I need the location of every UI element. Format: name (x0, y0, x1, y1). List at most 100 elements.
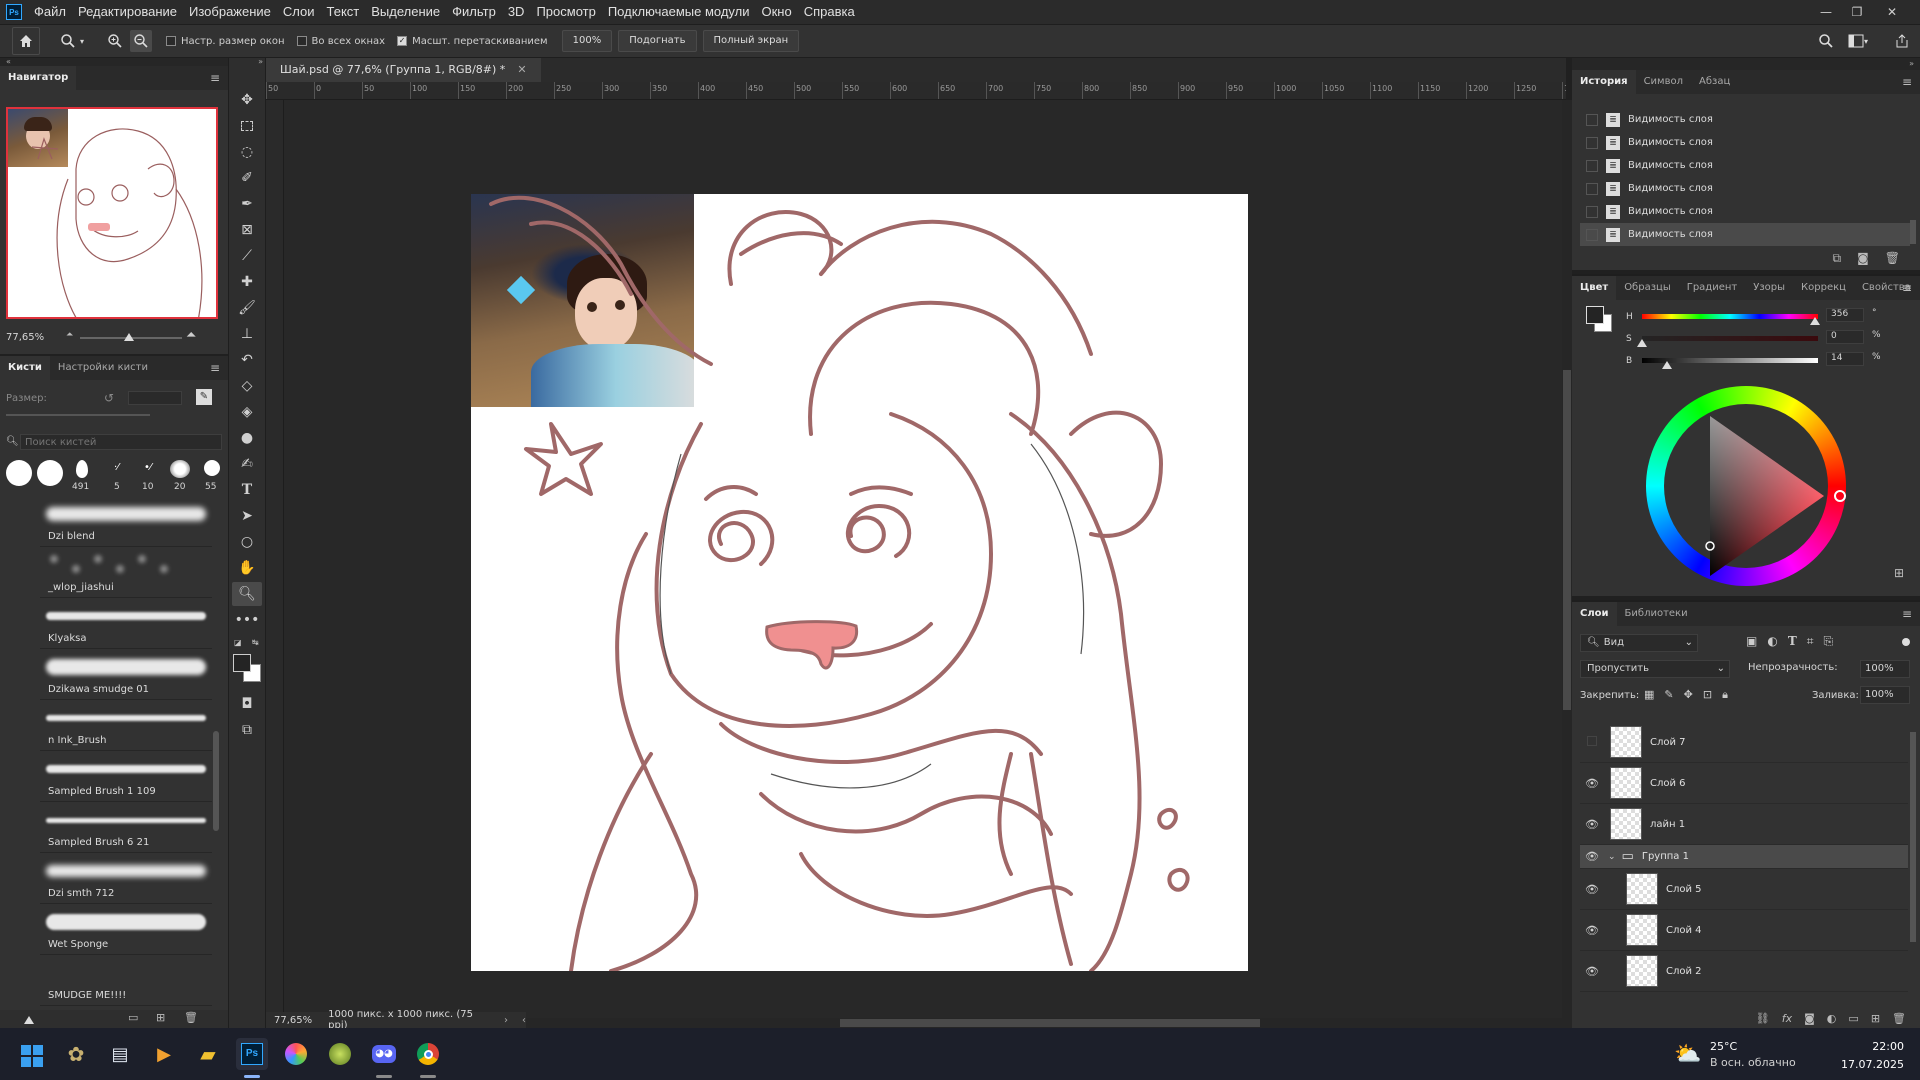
fx-icon[interactable]: fx (1782, 1012, 1792, 1025)
size-input[interactable] (128, 391, 182, 405)
menu-item[interactable]: Просмотр (530, 0, 601, 24)
tab-layers[interactable]: Слои (1572, 602, 1617, 626)
brush-tool-icon[interactable]: 🖌︎ (230, 296, 264, 320)
saturation-slider[interactable] (1637, 336, 1818, 347)
add-icon[interactable]: ⊞ (156, 1011, 165, 1024)
menu-item[interactable]: Окно (755, 0, 797, 24)
brush-preset[interactable] (6, 460, 32, 486)
filter-pixel-icon[interactable]: ▣ (1746, 634, 1757, 649)
fit-screen-button[interactable]: Подогнать (618, 30, 697, 52)
b-value-input[interactable]: 14 (1826, 352, 1864, 366)
layer-row[interactable]: 👁︎ Слой 4 (1580, 910, 1908, 951)
menu-item[interactable]: Справка (798, 0, 861, 24)
weather-description[interactable]: В осн. облачно (1710, 1056, 1796, 1069)
blend-mode-select[interactable]: Пропустить ⌄ (1580, 660, 1730, 678)
brush-item[interactable]: Klyaksa (40, 598, 212, 649)
close-icon[interactable]: ✕ (1878, 0, 1906, 24)
minimize-icon[interactable]: — (1812, 0, 1840, 24)
scrollbar-thumb[interactable] (1910, 732, 1916, 942)
paint-bucket-icon[interactable]: ◈ (230, 400, 264, 424)
layer-group[interactable]: 👁︎ ⌄ ▭ Группа 1 (1580, 845, 1908, 869)
folder-icon[interactable]: ▭ (128, 1011, 138, 1024)
brush-item[interactable]: Sampled Brush 1 109 (40, 751, 212, 802)
h-value-input[interactable]: 356 (1826, 308, 1864, 322)
lock-pixels-icon[interactable]: ✎ (1664, 688, 1673, 702)
lock-all-icon[interactable]: 🔒︎ (1722, 688, 1728, 702)
tab-swatches[interactable]: Образцы (1616, 276, 1679, 300)
workspace-icon[interactable]: ▾ (1848, 33, 1868, 52)
path-selection-icon[interactable]: ➤ (230, 504, 264, 528)
eraser-icon[interactable]: ◇ (230, 374, 264, 398)
visibility-eye-icon[interactable]: 👁︎ (1580, 883, 1604, 896)
color-wheel[interactable] (1646, 386, 1846, 586)
lock-position-icon[interactable]: ✥ (1684, 688, 1693, 702)
filter-adjustment-icon[interactable]: ◐ (1767, 634, 1777, 649)
layer-row[interactable]: Слой 7 (1580, 722, 1908, 763)
menu-item[interactable]: Изображение (183, 0, 277, 24)
pen-brush-icon[interactable]: ✒ (230, 192, 264, 216)
document-canvas[interactable] (471, 194, 1248, 971)
layer-name[interactable]: Слой 4 (1666, 925, 1702, 936)
panel-collapse-icon[interactable]: « (0, 58, 228, 66)
brush-preset[interactable]: ·⁄ (114, 462, 119, 473)
link-icon[interactable]: ⛓ (1756, 1012, 1770, 1025)
visibility-eye-icon[interactable]: 👁︎ (1580, 777, 1604, 790)
brush-preset[interactable] (76, 460, 88, 478)
default-colors-icon[interactable]: ◪ (234, 638, 242, 647)
lock-transparency-icon[interactable]: ▦ (1644, 688, 1654, 702)
group-icon[interactable]: ▭ (1848, 1012, 1858, 1025)
new-brush-icon[interactable]: ✎ (196, 389, 212, 405)
layer-row[interactable]: 👁︎ Слой 5 (1580, 869, 1908, 910)
opacity-input[interactable]: 100% (1860, 660, 1910, 678)
new-layer-icon[interactable]: ⊞ (1871, 1012, 1880, 1025)
mask-icon[interactable]: ◙ (1804, 1012, 1815, 1025)
lock-artboard-icon[interactable]: ⊡ (1703, 688, 1712, 702)
weather-icon[interactable]: ⛅ (1674, 1042, 1701, 1067)
history-brush-source[interactable] (1586, 113, 1598, 126)
file-explorer-icon[interactable]: ▰ (192, 1038, 224, 1070)
reset-icon[interactable]: ↺ (104, 391, 114, 405)
tab-patterns[interactable]: Узоры (1745, 276, 1793, 300)
brush-item[interactable]: SMUDGE ME!!!! (40, 955, 212, 1006)
adjustment-layer-icon[interactable]: ◐ (1827, 1012, 1837, 1025)
clock-time[interactable]: 22:00 (1848, 1040, 1904, 1053)
scrollbar-thumb[interactable] (1910, 220, 1916, 244)
tab-gradients[interactable]: Градиент (1679, 276, 1746, 300)
brush-preset[interactable]: •⁄ (144, 462, 152, 473)
fill-input[interactable]: 100% (1860, 686, 1910, 704)
zoom-out-icon[interactable] (130, 30, 153, 52)
zoom-out-small-icon[interactable]: ⏶ (66, 330, 73, 340)
foreground-color-swatch[interactable] (1586, 306, 1604, 324)
layer-row[interactable]: 👁︎ Слой 2 (1580, 951, 1908, 992)
status-zoom[interactable]: 77,65% (274, 1015, 312, 1026)
brush-item[interactable]: Dzi blend (40, 496, 212, 547)
menu-item[interactable]: Подключаемые модули (602, 0, 756, 24)
filter-smart-icon[interactable]: ⎘ (1824, 634, 1834, 649)
brush-list-scrollbar[interactable] (212, 501, 220, 1011)
history-item[interactable]: ≣ Видимость слоя (1580, 177, 1910, 200)
brush-preset[interactable] (204, 460, 220, 476)
visibility-eye-icon[interactable]: 👁︎ (1580, 924, 1604, 937)
s-value-input[interactable]: 0 (1826, 330, 1864, 344)
filter-type-icon[interactable]: T (1788, 634, 1797, 649)
brush-item[interactable]: Dzi smth 712 (40, 853, 212, 904)
trash-icon[interactable]: 🗑︎ (184, 1011, 198, 1024)
chrome-icon[interactable] (412, 1038, 444, 1070)
slider-handle[interactable] (124, 333, 134, 341)
layer-row[interactable]: 👁︎ Слой 6 (1580, 763, 1908, 804)
history-item[interactable]: ≣ Видимость слоя (1580, 131, 1910, 154)
menu-icon[interactable]: ≡ (1902, 75, 1912, 89)
resize-windows-checkbox[interactable]: Настр. размер окон (166, 36, 285, 47)
scrollbar-thumb[interactable] (1563, 370, 1571, 710)
history-item[interactable]: ≣ Видимость слоя (1580, 200, 1910, 223)
ellipse-tool-icon[interactable]: ○ (230, 530, 264, 554)
slider-handle[interactable] (1810, 317, 1820, 325)
trash-icon[interactable]: 🗑︎ (1892, 1012, 1906, 1025)
menu-item[interactable]: Текст (321, 0, 366, 24)
slider-handle[interactable] (1662, 361, 1672, 369)
quick-mask-icon[interactable]: ◘ (230, 692, 264, 716)
new-document-from-state-icon[interactable]: ⧉ (1833, 251, 1842, 266)
menu-item[interactable]: Редактирование (72, 0, 183, 24)
close-tab-icon[interactable]: ✕ (517, 58, 526, 82)
panel-collapse-icon[interactable]: » (1572, 58, 1920, 70)
